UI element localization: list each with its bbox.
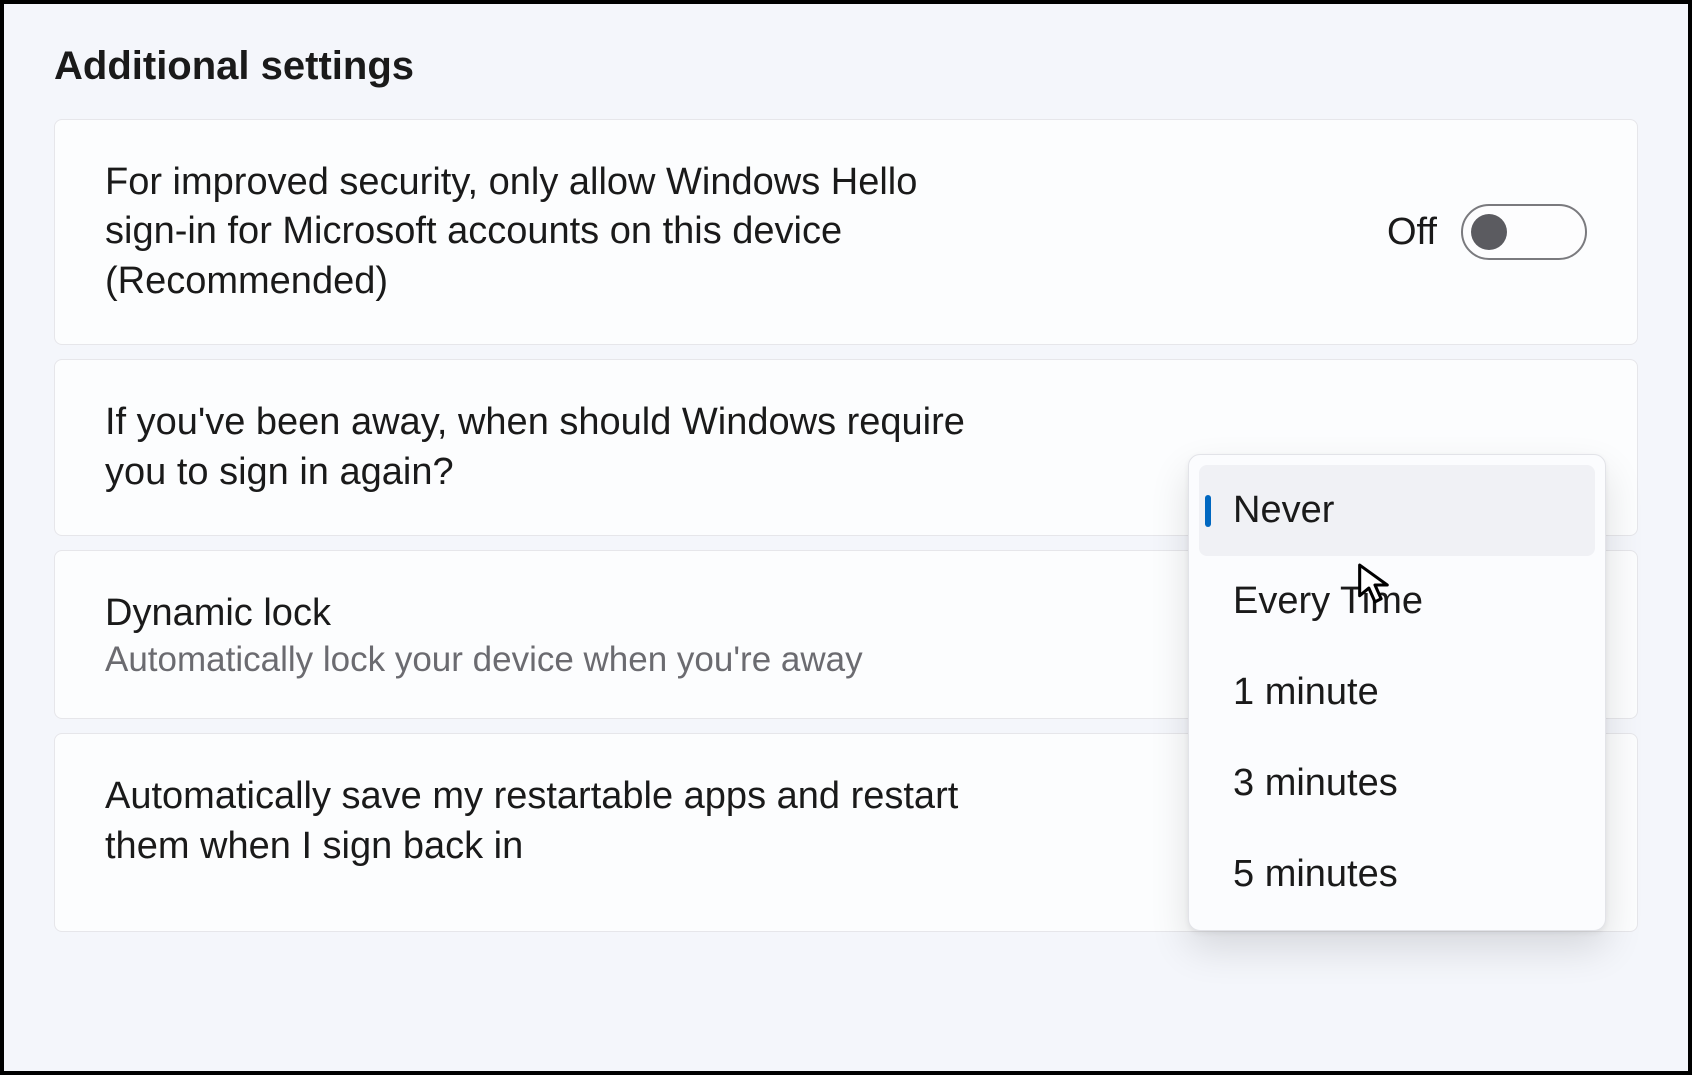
dropdown-option-1-minute[interactable]: 1 minute xyxy=(1199,647,1595,738)
require-signin-label: If you've been away, when should Windows… xyxy=(105,398,975,497)
hello-signin-label: For improved security, only allow Window… xyxy=(105,158,975,306)
dropdown-option-5-minutes[interactable]: 5 minutes xyxy=(1199,829,1595,920)
require-signin-dropdown[interactable]: Never Every Time 1 minute 3 minutes 5 mi… xyxy=(1188,454,1606,931)
dropdown-option-3-minutes[interactable]: 3 minutes xyxy=(1199,738,1595,829)
hello-signin-toggle-group: Off xyxy=(1387,204,1587,260)
section-title: Additional settings xyxy=(54,44,1638,89)
toggle-knob xyxy=(1471,214,1507,250)
dropdown-option-every-time[interactable]: Every Time xyxy=(1199,556,1595,647)
hello-signin-state: Off xyxy=(1387,211,1437,254)
dropdown-option-never[interactable]: Never xyxy=(1199,465,1595,556)
dynamic-lock-subtitle: Automatically lock your device when you'… xyxy=(105,640,863,680)
hello-signin-row: For improved security, only allow Window… xyxy=(54,119,1638,345)
dynamic-lock-title: Dynamic lock xyxy=(105,589,863,638)
hello-signin-toggle[interactable] xyxy=(1461,204,1587,260)
restart-apps-label: Automatically save my restartable apps a… xyxy=(105,772,975,871)
